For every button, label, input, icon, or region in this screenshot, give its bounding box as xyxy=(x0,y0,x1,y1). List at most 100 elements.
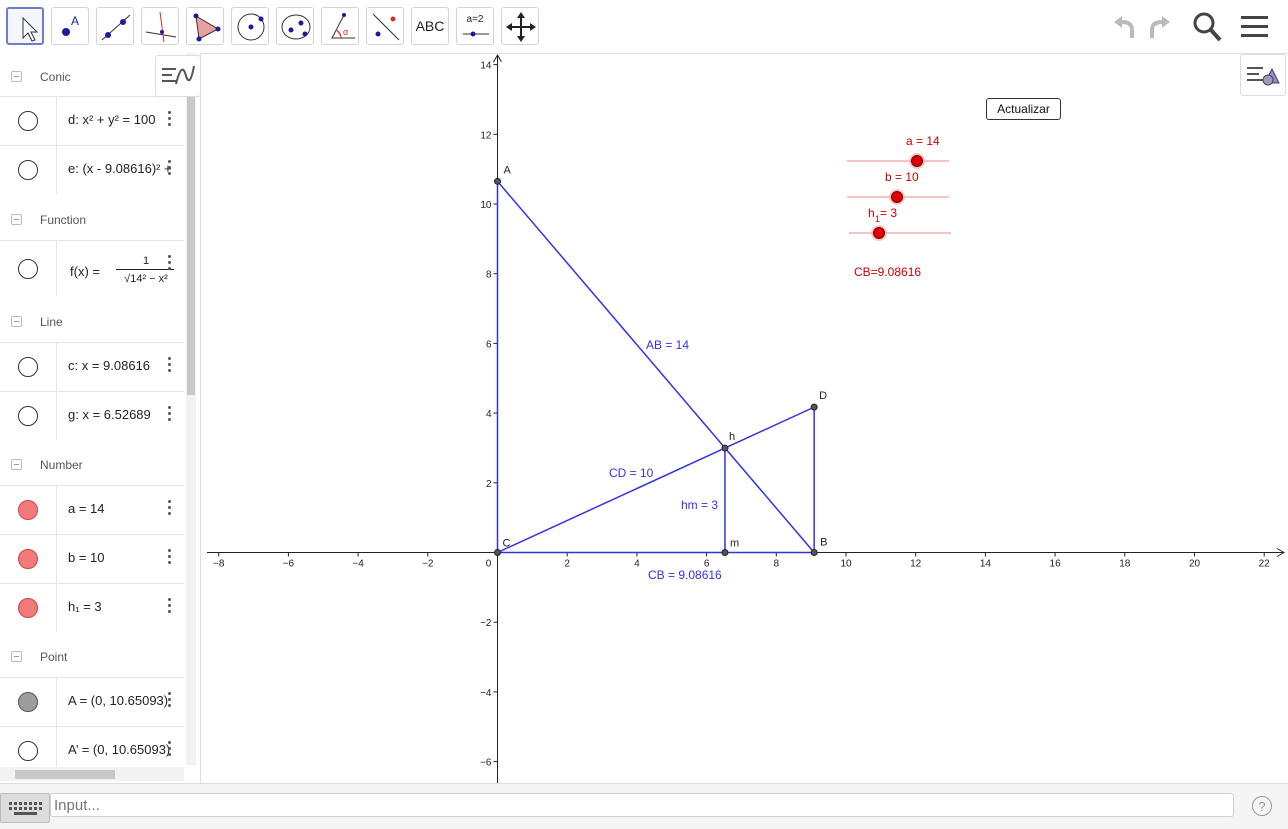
more-options-icon[interactable] xyxy=(166,110,172,130)
algebra-horizontal-scrollbar[interactable] xyxy=(0,767,184,781)
undo-button[interactable] xyxy=(1106,10,1140,44)
algebra-expression[interactable]: A = (0, 10.65093) xyxy=(68,693,172,708)
reflect-tool-button[interactable] xyxy=(366,7,404,45)
y-tick-label: −4 xyxy=(480,688,492,699)
y-tick-label: 10 xyxy=(480,200,492,211)
point-C xyxy=(494,549,501,556)
x-tick-label: 18 xyxy=(1119,559,1131,570)
polygon-tool-button[interactable] xyxy=(186,7,224,45)
algebra-expression[interactable]: a = 14 xyxy=(68,501,172,516)
visibility-toggle[interactable] xyxy=(18,741,38,761)
y-tick-label: −2 xyxy=(480,618,492,629)
visibility-toggle[interactable] xyxy=(18,160,38,180)
algebra-item-c[interactable]: c: x = 9.08616 xyxy=(0,342,184,391)
point-tool-button[interactable]: A xyxy=(51,7,89,45)
function-denominator: √14² − x² xyxy=(124,273,168,285)
group-header-point[interactable]: Point xyxy=(0,635,184,679)
more-options-icon[interactable] xyxy=(166,356,172,376)
algebra-item-A-prime[interactable]: A’ = (0, 10.65093) xyxy=(0,726,184,767)
input-bar: ? xyxy=(0,783,1288,829)
slider-h1-value: = 3 xyxy=(880,206,897,220)
collapse-icon[interactable] xyxy=(11,316,22,327)
actualizar-button[interactable]: Actualizar xyxy=(986,98,1061,120)
group-header-line[interactable]: Line xyxy=(0,300,184,344)
collapse-icon[interactable] xyxy=(11,71,22,82)
line-tool-button[interactable] xyxy=(96,7,134,45)
visibility-toggle[interactable] xyxy=(18,549,38,569)
more-options-icon[interactable] xyxy=(166,499,172,519)
move-graphics-tool-button[interactable] xyxy=(501,7,539,45)
move-tool-button[interactable] xyxy=(6,7,44,45)
visibility-toggle[interactable] xyxy=(18,357,38,377)
visibility-toggle[interactable] xyxy=(18,692,38,712)
point-label-h: h xyxy=(729,431,735,443)
visibility-toggle[interactable] xyxy=(18,259,38,279)
algebra-view[interactable]: Conic d: x² + y² = 100 e: (x - 9.08616)²… xyxy=(0,53,201,783)
group-header-function[interactable]: Function xyxy=(0,198,184,242)
collapse-icon[interactable] xyxy=(11,214,22,225)
algebra-item-f[interactable]: f(x) = 1 √14² − x² xyxy=(0,240,184,296)
more-options-icon[interactable] xyxy=(166,691,172,711)
algebra-expression[interactable]: A’ = (0, 10.65093) xyxy=(68,742,172,757)
group-header-number[interactable]: Number xyxy=(0,443,184,487)
algebra-expression[interactable]: b = 10 xyxy=(68,550,172,565)
collapse-icon[interactable] xyxy=(11,459,22,470)
text-tool-label: ABC xyxy=(415,18,445,34)
keyboard-icon[interactable] xyxy=(0,793,50,823)
y-tick-label: 12 xyxy=(480,130,492,141)
algebra-item-a[interactable]: a = 14 xyxy=(0,485,184,534)
y-tick-label: 14 xyxy=(480,61,492,72)
function-prefix: f(x) = xyxy=(70,264,100,279)
visibility-toggle[interactable] xyxy=(18,598,38,618)
visibility-toggle[interactable] xyxy=(18,406,38,426)
perpendicular-line-tool-button[interactable] xyxy=(141,7,179,45)
graphics-canvas[interactable]: −8 −6 −4 −2 0 2 4 6 8 10 12 14 16 18 20 221412108642−2−… xyxy=(201,53,1288,783)
algebra-item-g[interactable]: g: x = 6.52689 xyxy=(0,391,184,440)
y-tick-label: −6 xyxy=(480,758,492,769)
algebra-style-button[interactable] xyxy=(155,55,200,97)
more-options-icon[interactable] xyxy=(166,254,172,274)
visibility-toggle[interactable] xyxy=(18,111,38,131)
more-options-icon[interactable] xyxy=(166,740,172,760)
visibility-toggle[interactable] xyxy=(18,500,38,520)
algebra-expression[interactable]: e: (x - 9.08616)² + y² = 9 xyxy=(68,161,172,176)
algebra-item-b[interactable]: b = 10 xyxy=(0,534,184,583)
input-field[interactable] xyxy=(50,793,1234,817)
x-tick-label: −8 xyxy=(213,559,225,570)
circle-tool-button[interactable] xyxy=(231,7,269,45)
label-AB: AB = 14 xyxy=(646,338,689,352)
algebra-expression[interactable]: h₁ = 3 xyxy=(68,599,172,614)
x-tick-label: 12 xyxy=(910,559,922,570)
collapse-icon[interactable] xyxy=(11,651,22,662)
algebra-expression[interactable]: d: x² + y² = 100 xyxy=(68,112,172,127)
algebra-item-h1[interactable]: h₁ = 3 xyxy=(0,583,184,632)
more-options-icon[interactable] xyxy=(166,405,172,425)
help-icon[interactable]: ? xyxy=(1252,796,1272,816)
algebra-vertical-scrollbar[interactable] xyxy=(186,53,196,765)
point-h xyxy=(721,444,729,452)
angle-tool-button[interactable]: α xyxy=(321,7,359,45)
search-icon[interactable] xyxy=(1190,10,1224,44)
menu-icon[interactable] xyxy=(1238,10,1272,44)
slider-tool-button[interactable]: a=2 xyxy=(456,7,494,45)
more-options-icon[interactable] xyxy=(166,597,172,617)
y-tick-label: 6 xyxy=(486,339,492,350)
x-tick-label: 10 xyxy=(840,559,852,570)
more-options-icon[interactable] xyxy=(166,159,172,179)
redo-button[interactable] xyxy=(1144,10,1178,44)
algebra-expression[interactable]: g: x = 6.52689 xyxy=(68,407,172,422)
ellipse-tool-button[interactable] xyxy=(276,7,314,45)
more-options-icon[interactable] xyxy=(166,548,172,568)
label-CB-red: CB=9.08616 xyxy=(854,265,921,279)
algebra-item-d[interactable]: d: x² + y² = 100 xyxy=(0,96,184,145)
x-tick-label: −6 xyxy=(283,559,295,570)
point-B xyxy=(810,549,818,556)
graphics-style-button[interactable] xyxy=(1240,54,1286,96)
algebra-item-e[interactable]: e: (x - 9.08616)² + y² = 9 xyxy=(0,145,184,194)
text-tool-button[interactable]: ABC xyxy=(411,7,449,45)
algebra-item-A[interactable]: A = (0, 10.65093) xyxy=(0,677,184,726)
point-label-A: A xyxy=(504,164,512,176)
graphics-view[interactable]: −8 −6 −4 −2 0 2 4 6 8 10 12 14 16 18 20 22 14 12 10 8 6 4 2 −2−… xyxy=(201,53,1288,783)
algebra-expression[interactable]: c: x = 9.08616 xyxy=(68,358,172,373)
group-title: Line xyxy=(40,315,63,329)
